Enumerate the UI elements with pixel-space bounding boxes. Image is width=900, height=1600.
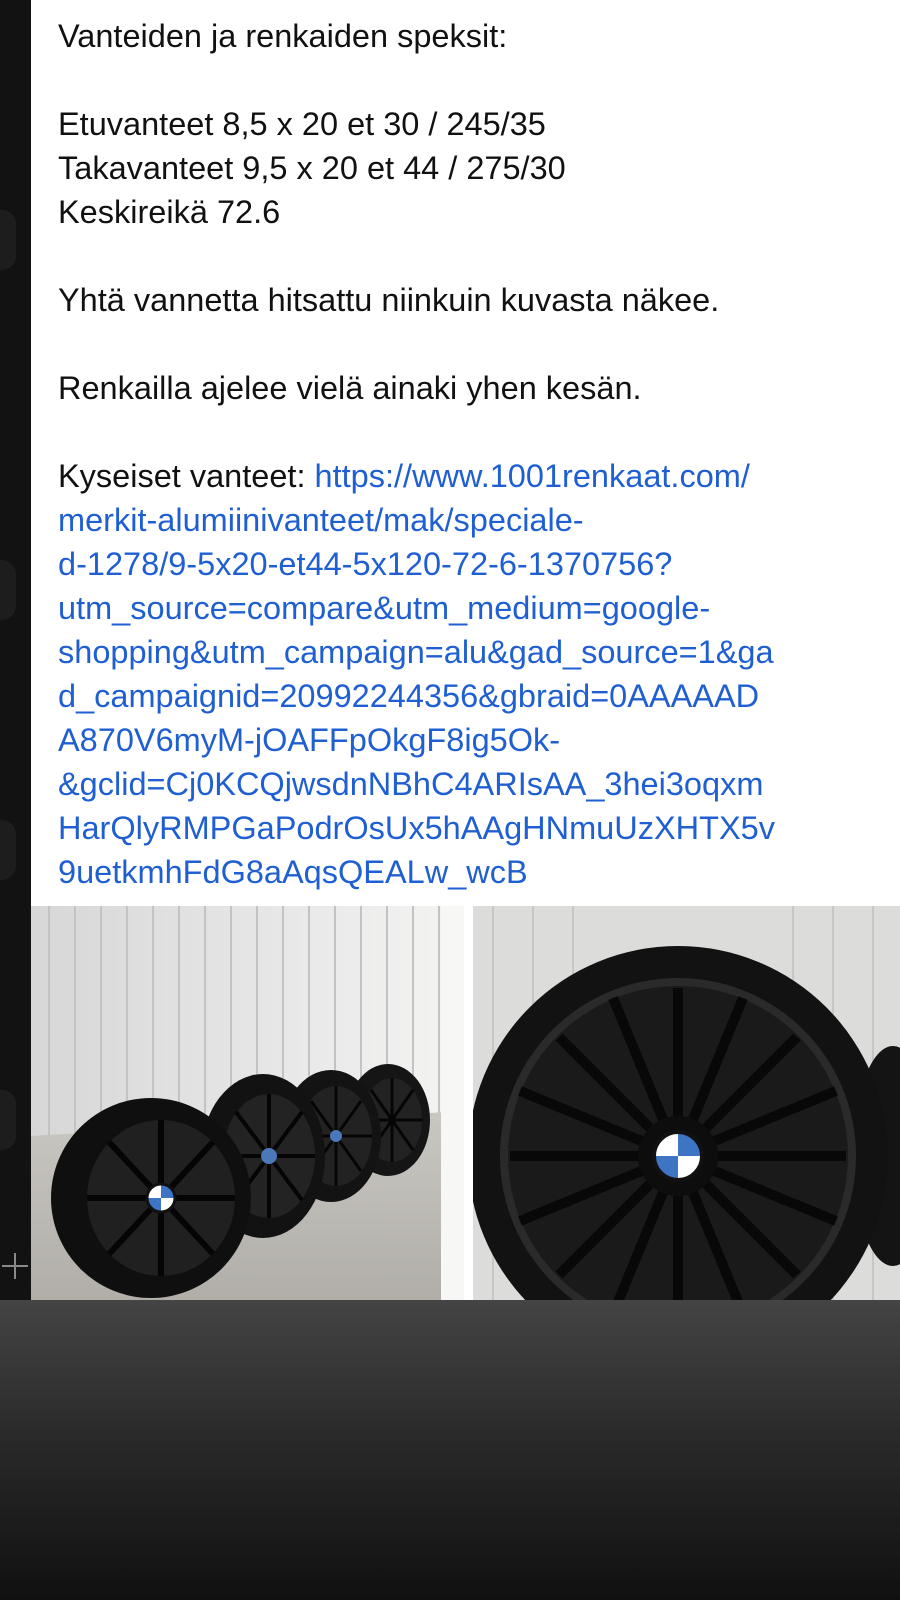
wheels-set-photo[interactable] — [31, 906, 464, 1300]
specs-heading: Vanteiden ja renkaiden speksit: — [58, 18, 508, 54]
spec-line-front: Etuvanteet 8,5 x 20 et 30 / 245/35 — [58, 106, 546, 142]
link-prefix: Kyseiset vanteet: — [58, 458, 315, 494]
wheel-closeup-image — [473, 906, 900, 1300]
spec-line-rear: Takavanteet 9,5 x 20 et 44 / 275/30 — [58, 150, 566, 186]
bottom-area — [0, 1300, 900, 1600]
background-shape — [0, 820, 16, 880]
spec-line-center-bore: Keskireikä 72.6 — [58, 194, 281, 230]
wheels-set-image — [31, 906, 464, 1300]
photo-row — [31, 906, 900, 1300]
plus-icon[interactable] — [2, 1253, 28, 1279]
product-link[interactable]: d_campaignid=20992244356&gbraid=0AAAAAD — [58, 674, 883, 718]
wheel-1 — [51, 1098, 251, 1298]
product-link[interactable]: merkit-alumiinivanteet/mak/speciale- — [58, 498, 883, 542]
post-text: Vanteiden ja renkaiden speksit: Etuvante… — [58, 14, 883, 894]
product-link[interactable]: utm_source=compare&utm_medium=google- — [58, 586, 883, 630]
background-shape — [0, 560, 16, 620]
background-shape — [0, 210, 16, 270]
product-link[interactable]: shopping&utm_campaign=alu&gad_source=1&g… — [58, 630, 883, 674]
wheel-closeup-photo[interactable] — [473, 906, 900, 1300]
product-link[interactable]: HarQlyRMPGaPodrOsUx5hAAgHNmuUzXHTX5v — [58, 806, 883, 850]
product-link[interactable]: d-1278/9-5x20-et44-5x120-72-6-1370756? — [58, 542, 883, 586]
product-link[interactable]: https://www.1001renkaat.com/ — [315, 458, 750, 494]
product-link[interactable]: A870V6myM-jOAFFpOkgF8ig5Ok- — [58, 718, 883, 762]
product-link[interactable]: 9uetkmhFdG8aAqsQEALw_wcB — [58, 850, 883, 894]
background-shape — [0, 1090, 16, 1150]
link-line-first: Kyseiset vanteet: https://www.1001renkaa… — [58, 454, 883, 498]
left-background-strip — [0, 0, 31, 1300]
product-link[interactable]: &gclid=Cj0KCQjwsdnNBhC4ARIsAA_3hei3oqxm — [58, 762, 883, 806]
post-card: Vanteiden ja renkaiden speksit: Etuvante… — [31, 0, 900, 1300]
tires-note: Renkailla ajelee vielä ainaki yhen kesän… — [58, 370, 642, 406]
welded-note: Yhtä vannetta hitsattu niinkuin kuvasta … — [58, 282, 720, 318]
